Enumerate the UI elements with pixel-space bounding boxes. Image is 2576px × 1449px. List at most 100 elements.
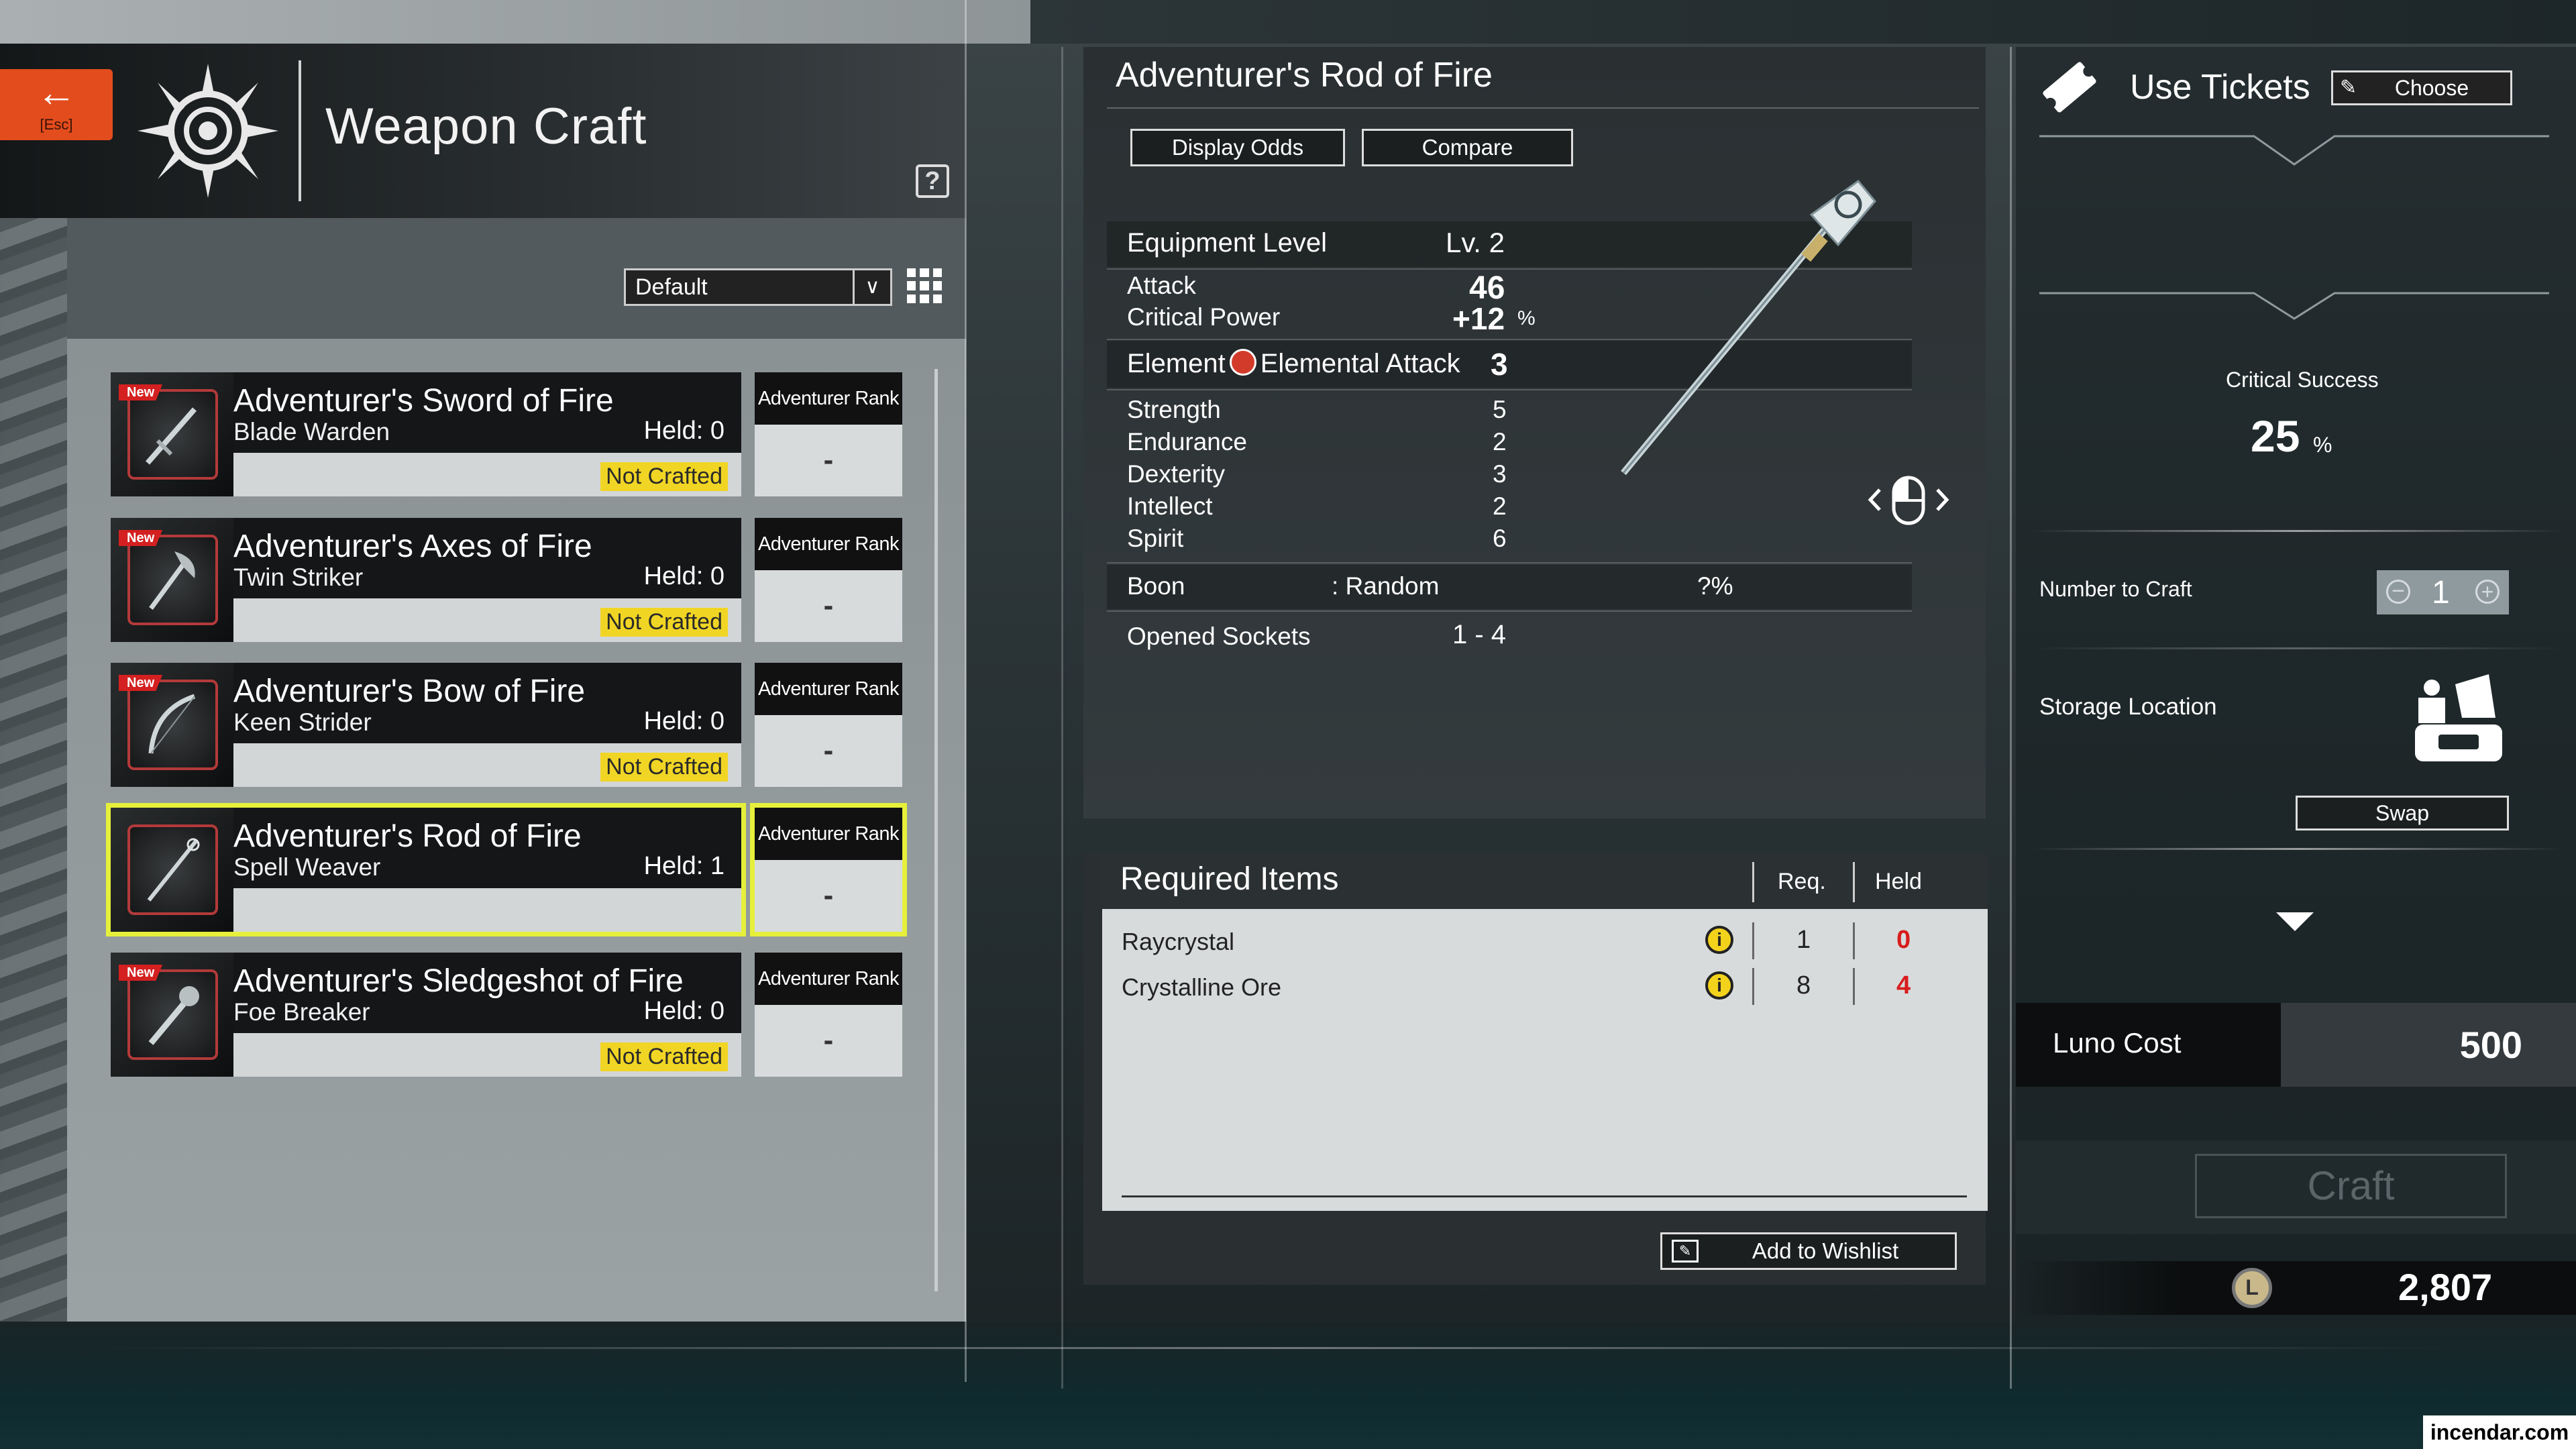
weapon-craft-emblem-icon (138, 64, 278, 198)
add-to-wishlist-button[interactable]: ✎ Add to Wishlist (1660, 1232, 1957, 1270)
help-button[interactable]: ? (916, 164, 949, 198)
rank-box: Adventurer Rank - (755, 953, 902, 1077)
column-divider (1853, 862, 1855, 902)
material-req: 1 (1796, 926, 1811, 954)
section-rule (2033, 530, 2563, 532)
boon-value: : Random (1332, 572, 1440, 600)
crit-label: Critical Power (1127, 303, 1281, 331)
section-rule (2033, 848, 2563, 850)
stat-row-bg (1107, 565, 1912, 609)
material-held: 4 (1896, 971, 1911, 1000)
column-divider (1853, 968, 1855, 1005)
item-class: Foe Breaker (233, 998, 370, 1026)
element-label: Element Elemental Attack (1127, 349, 1460, 379)
critical-success-unit: % (2313, 433, 2332, 457)
required-items-title: Required Items (1120, 861, 1339, 897)
weapon-thumbnail: New (111, 518, 233, 642)
item-name: Adventurer's Rod of Fire (233, 818, 582, 854)
wishlist-icon: ✎ (1672, 1240, 1699, 1263)
item-name: Adventurer's Sledgeshot of Fire (233, 963, 684, 999)
boon-percent: ?% (1697, 572, 1733, 600)
stat-value: 2 (1493, 492, 1507, 520)
element-type: Elemental Attack (1260, 349, 1460, 378)
not-crafted-badge: Not Crafted (600, 608, 728, 637)
weapon-thumbnail (111, 808, 233, 932)
currency-amount: 2,807 (2398, 1266, 2493, 1308)
item-held: Held: 1 (643, 852, 724, 880)
item-status-bar: Not Crafted (233, 743, 741, 787)
item-status-bar: Not Crafted (233, 1033, 741, 1077)
material-name: Raycrystal (1122, 928, 1235, 955)
required-items-list (1102, 909, 1988, 1211)
weapon-list-item[interactable]: New Adventurer's Sword of Fire Blade War… (111, 372, 741, 496)
material-info-icon[interactable]: i (1705, 971, 1733, 1000)
bottom-band (0, 1322, 2576, 1449)
rotate-mouse-icon[interactable] (1865, 470, 1952, 530)
sword-icon (145, 407, 197, 465)
attack-label: Attack (1127, 272, 1196, 299)
item-class: Blade Warden (233, 418, 390, 445)
compare-button[interactable]: Compare (1362, 129, 1573, 166)
item-status-bar: Not Crafted (233, 598, 741, 642)
equip-level-label: Equipment Level (1127, 228, 1327, 258)
element-label-text: Element (1127, 349, 1226, 378)
material-name: Crystalline Ore (1122, 973, 1282, 1001)
new-badge: New (119, 530, 163, 546)
rank-value: - (823, 589, 834, 622)
item-held: Held: 0 (643, 707, 724, 735)
number-to-craft-label: Number to Craft (2039, 577, 2192, 601)
weapon-list-item[interactable]: New Adventurer's Sledgeshot of Fire Foe … (111, 953, 741, 1077)
rank-label: Adventurer Rank (755, 663, 902, 715)
choose-ticket-button[interactable]: ✎ Choose (2331, 70, 2512, 105)
item-name: Adventurer's Sword of Fire (233, 383, 614, 419)
use-tickets-label: Use Tickets (2130, 68, 2310, 107)
divider-left (965, 0, 967, 1382)
section-divider-chevron (2039, 292, 2549, 320)
column-divider (1853, 922, 1855, 959)
crit-unit: % (1517, 307, 1536, 329)
stat-value: 2 (1493, 428, 1507, 455)
material-info-icon[interactable]: i (1705, 926, 1733, 954)
bow-icon (148, 694, 196, 754)
stat-value: 3 (1493, 460, 1507, 488)
grid-view-icon[interactable] (907, 268, 942, 303)
decrement-icon[interactable]: − (2386, 580, 2410, 604)
pencil-icon: ✎ (2340, 76, 2357, 99)
craft-button[interactable]: Craft (2195, 1154, 2507, 1218)
quantity-stepper[interactable]: − 1 + (2377, 570, 2509, 614)
chevron-down-icon: ∨ (853, 270, 890, 304)
list-bottom-rule (1122, 1195, 1967, 1197)
rank-box: Adventurer Rank - (755, 372, 902, 496)
luno-coin-icon: L (2232, 1268, 2272, 1308)
list-scrollbar[interactable] (934, 369, 938, 1291)
quantity-value: 1 (2432, 575, 2450, 610)
sort-dropdown[interactable]: Default ∨ (624, 268, 892, 306)
not-crafted-badge: Not Crafted (600, 462, 728, 491)
weapon-list-item[interactable]: New Adventurer's Bow of Fire Keen Stride… (111, 663, 741, 787)
not-crafted-badge: Not Crafted (600, 1042, 728, 1071)
rod-icon (147, 838, 200, 902)
column-divider (1752, 968, 1754, 1005)
section-rule (2033, 647, 2563, 649)
column-divider (1752, 862, 1754, 902)
crit-value: +12 (1452, 301, 1505, 336)
luno-cost-label: Luno Cost (2016, 1003, 2281, 1087)
back-button[interactable]: ← [Esc] (0, 69, 113, 140)
sockets-label: Opened Sockets (1127, 623, 1311, 650)
weapon-list-item[interactable]: New Adventurer's Axes of Fire Twin Strik… (111, 518, 741, 642)
increment-icon[interactable]: + (2475, 580, 2500, 604)
swap-button[interactable]: Swap (2296, 796, 2509, 830)
item-name: Adventurer's Axes of Fire (233, 529, 592, 564)
stat-label: Spirit (1127, 525, 1184, 552)
rank-label: Adventurer Rank (755, 372, 902, 425)
detail-title: Adventurer's Rod of Fire (1116, 56, 1493, 95)
material-held: 0 (1896, 926, 1911, 954)
section-divider-chevron (2039, 135, 2549, 166)
display-odds-button[interactable]: Display Odds (1130, 129, 1345, 166)
rank-label: Adventurer Rank (755, 953, 902, 1005)
rank-value: - (823, 879, 834, 912)
weapon-list-item-selected[interactable]: Adventurer's Rod of Fire Spell Weaver He… (106, 803, 746, 936)
row-rule (1107, 562, 1912, 564)
weapon-thumbnail: New (111, 372, 233, 496)
column-divider (1752, 922, 1754, 959)
